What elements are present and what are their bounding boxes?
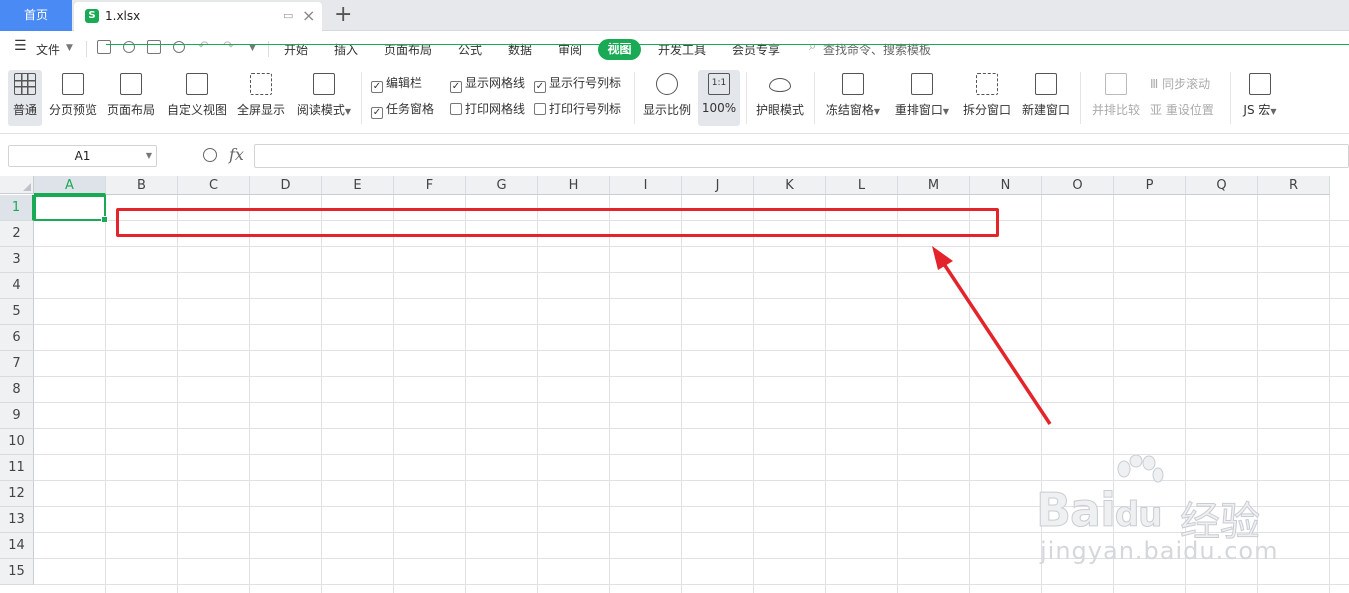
arrow-head: [932, 246, 953, 270]
annotation-arrow: [932, 246, 1052, 425]
arrow-shaft: [938, 257, 1052, 425]
